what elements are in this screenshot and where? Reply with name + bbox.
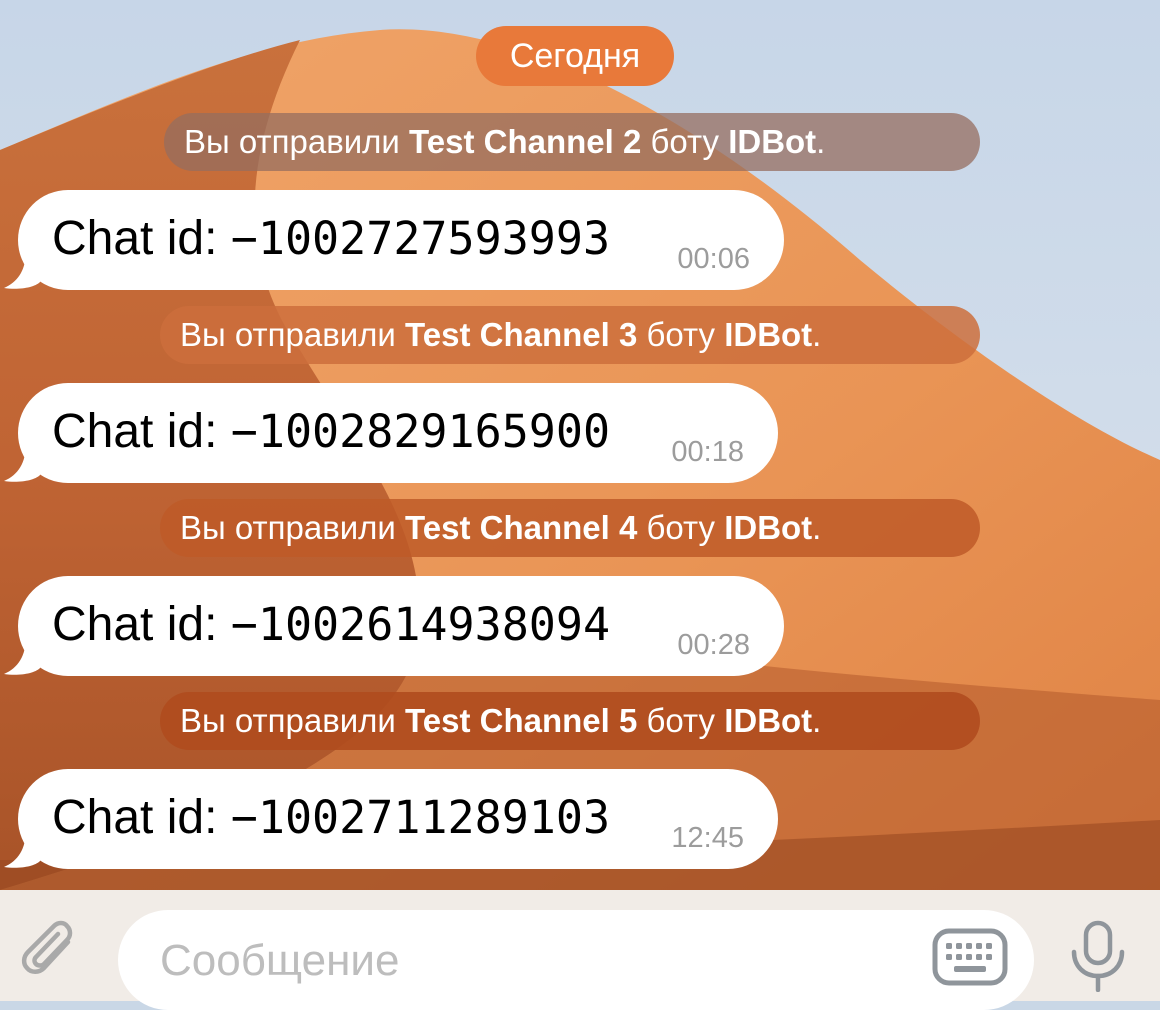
- message-text: Chat id: −1002614938094: [52, 596, 610, 654]
- message-text: Chat id: −1002711289103: [52, 789, 610, 847]
- service-prefix: Вы отправили: [180, 509, 406, 546]
- message-bubble[interactable]: Chat id: −1002727593993 00:06: [18, 190, 784, 290]
- channel-name[interactable]: Test Channel 5: [405, 702, 637, 739]
- chat-id-label: Chat id:: [52, 212, 231, 265]
- service-prefix: Вы отправили: [180, 316, 406, 353]
- service-middle: боту: [637, 702, 725, 739]
- message-text: Chat id: −1002727593993: [52, 210, 610, 268]
- service-suffix: .: [812, 702, 822, 739]
- paperclip-icon[interactable]: [16, 918, 88, 990]
- date-separator: Сегодня: [476, 26, 674, 86]
- chat-id-value: −1002614938094: [230, 598, 611, 651]
- service-message: Вы отправили Test Channel 4 боту IDBot.: [160, 499, 980, 557]
- microphone-icon[interactable]: [1064, 920, 1132, 992]
- channel-name[interactable]: Test Channel 2: [409, 123, 641, 160]
- channel-name[interactable]: Test Channel 3: [405, 316, 637, 353]
- message-input[interactable]: [158, 932, 922, 990]
- message-bubble[interactable]: Chat id: −1002829165900 00:18: [18, 383, 778, 483]
- service-message: Вы отправили Test Channel 3 боту IDBot.: [160, 306, 980, 364]
- message-time: 00:18: [671, 436, 744, 468]
- message-time: 12:45: [671, 822, 744, 854]
- service-prefix: Вы отправили: [180, 702, 406, 739]
- bot-name[interactable]: IDBot: [724, 702, 812, 739]
- message-bubble[interactable]: Chat id: −1002614938094 00:28: [18, 576, 784, 676]
- chat-id-label: Chat id:: [52, 405, 231, 458]
- service-middle: боту: [641, 123, 729, 160]
- service-message: Вы отправили Test Channel 5 боту IDBot.: [160, 692, 980, 750]
- message-time: 00:06: [677, 243, 750, 275]
- chat-id-value: −1002711289103: [230, 791, 611, 844]
- service-message: Вы отправили Test Channel 2 боту IDBot.: [164, 113, 980, 171]
- service-middle: боту: [637, 509, 725, 546]
- service-prefix: Вы отправили: [184, 123, 410, 160]
- service-suffix: .: [812, 509, 822, 546]
- bot-name[interactable]: IDBot: [728, 123, 816, 160]
- service-middle: боту: [637, 316, 725, 353]
- chat-id-value: −1002727593993: [230, 212, 611, 265]
- bot-name[interactable]: IDBot: [724, 316, 812, 353]
- bot-name[interactable]: IDBot: [724, 509, 812, 546]
- chat-id-label: Chat id:: [52, 598, 231, 651]
- chat-id-label: Chat id:: [52, 791, 231, 844]
- service-suffix: .: [812, 316, 822, 353]
- message-text: Chat id: −1002829165900: [52, 403, 610, 461]
- message-bubble[interactable]: Chat id: −1002711289103 12:45: [18, 769, 778, 869]
- message-time: 00:28: [677, 629, 750, 661]
- message-list[interactable]: Сегодня Вы отправили Test Channel 2 боту…: [0, 0, 1160, 890]
- chat-id-value: −1002829165900: [230, 405, 611, 458]
- service-suffix: .: [816, 123, 826, 160]
- channel-name[interactable]: Test Channel 4: [405, 509, 637, 546]
- keyboard-icon[interactable]: [932, 928, 1008, 986]
- message-input-field[interactable]: [118, 910, 1034, 1010]
